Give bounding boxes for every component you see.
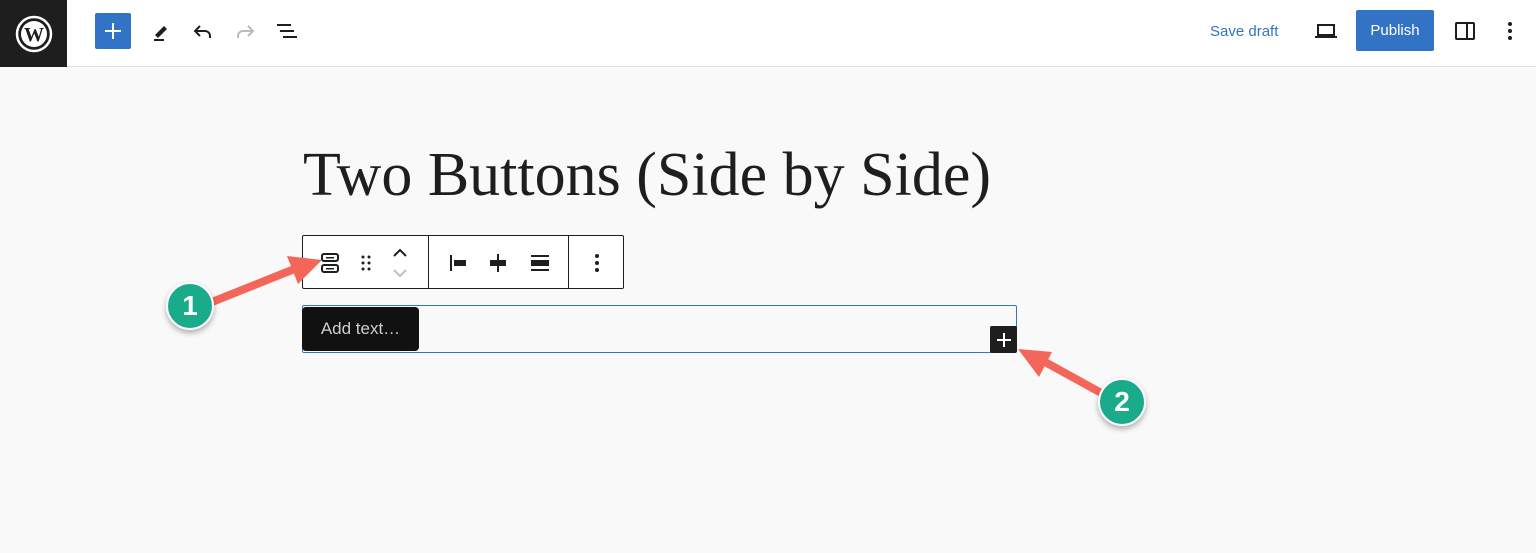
drag-handle-icon <box>361 255 371 271</box>
add-block-button[interactable] <box>990 326 1017 353</box>
move-up-button[interactable] <box>387 244 413 262</box>
block-toolbar <box>302 235 624 289</box>
drag-handle[interactable] <box>355 248 377 278</box>
justify-center-button[interactable] <box>483 248 513 278</box>
pencil-icon <box>154 26 167 41</box>
justify-space-between-button[interactable] <box>525 248 555 278</box>
redo-button[interactable] <box>230 16 260 46</box>
justify-left-button[interactable] <box>443 248 473 278</box>
move-down-icon <box>393 269 407 278</box>
svg-text:W: W <box>24 24 44 46</box>
list-view-icon <box>277 24 297 38</box>
block-options-button[interactable] <box>583 248 611 278</box>
undo-button[interactable] <box>188 16 218 46</box>
laptop-icon <box>1315 24 1337 38</box>
save-draft-button[interactable]: Save draft <box>1206 21 1282 43</box>
justify-center-icon <box>490 254 506 272</box>
plus-icon <box>105 23 121 39</box>
move-down-button[interactable] <box>387 264 413 282</box>
undo-icon <box>193 25 211 38</box>
publish-button[interactable]: Publish <box>1356 10 1434 51</box>
block-type-button[interactable] <box>315 248 345 278</box>
more-options-icon <box>595 254 599 272</box>
edit-tool-button[interactable] <box>146 16 176 46</box>
sidebar-toggle-icon <box>1455 22 1475 40</box>
editor-header: W Save draft Publish <box>0 0 1536 67</box>
settings-toggle-button[interactable] <box>1450 16 1480 46</box>
move-up-icon <box>393 248 407 257</box>
arrow-2 <box>1018 349 1109 399</box>
buttons-block-icon <box>321 253 339 273</box>
list-view-button[interactable] <box>272 16 302 46</box>
vertical-ellipsis-icon <box>1508 22 1512 40</box>
redo-icon <box>237 25 255 38</box>
post-title[interactable]: Two Buttons (Side by Side) <box>303 135 991 215</box>
inserter-button[interactable] <box>95 13 131 49</box>
justify-left-icon <box>450 255 466 271</box>
annotation-arrows <box>208 256 1109 399</box>
button-text-field[interactable]: Add text… <box>302 307 419 351</box>
plus-icon <box>996 332 1011 347</box>
justify-space-between-icon <box>531 255 549 271</box>
annotation-badge-2: 2 <box>1098 378 1146 426</box>
preview-button[interactable] <box>1311 16 1341 46</box>
annotation-badge-1: 1 <box>166 282 214 330</box>
options-menu-button[interactable] <box>1497 16 1523 46</box>
toolbar-divider <box>568 236 569 288</box>
toolbar-divider <box>428 236 429 288</box>
wordpress-logo-icon[interactable]: W <box>0 0 67 67</box>
